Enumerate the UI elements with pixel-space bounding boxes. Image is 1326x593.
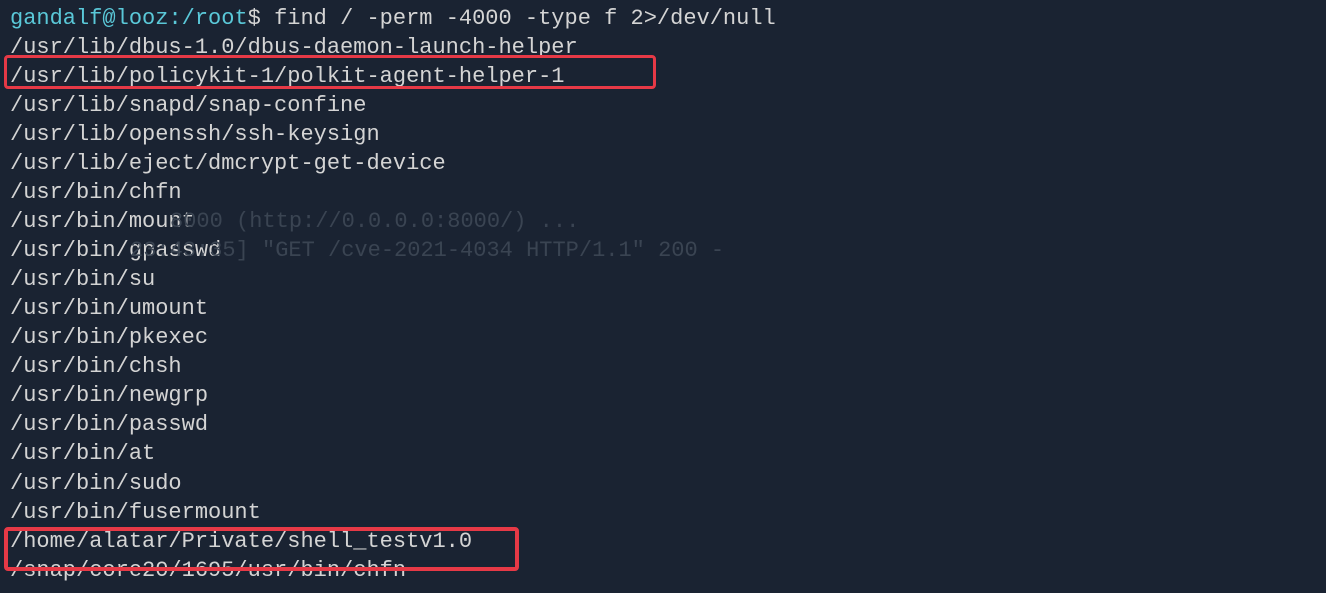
output-line: /usr/bin/passwd (10, 410, 1316, 439)
output-line: /usr/lib/openssh/ssh-keysign (10, 120, 1316, 149)
output-line: /usr/lib/policykit-1/polkit-agent-helper… (10, 62, 1316, 91)
output-line: /usr/lib/snapd/snap-confine (10, 91, 1316, 120)
prompt-colon: : (168, 6, 181, 31)
output-line: /usr/lib/eject/dmcrypt-get-device (10, 149, 1316, 178)
prompt-path: /root (182, 6, 248, 31)
output-line: /usr/bin/sudo (10, 469, 1316, 498)
prompt-host: looz (116, 6, 169, 31)
command-text: find / -perm -4000 -type f 2>/dev/null (274, 6, 776, 31)
output-line: /usr/bin/su (10, 265, 1316, 294)
output-line: /snap/core20/1695/usr/bin/chfn (10, 556, 1316, 585)
output-line: /usr/lib/dbus-1.0/dbus-daemon-launch-hel… (10, 33, 1316, 62)
prompt-line[interactable]: gandalf@looz:/root$ find / -perm -4000 -… (10, 4, 1316, 33)
output-line: /usr/bin/chfn (10, 178, 1316, 207)
output-line: /usr/bin/umount (10, 294, 1316, 323)
prompt-user: gandalf (10, 6, 102, 31)
prompt-at: @ (102, 6, 115, 31)
output-line: /usr/bin/at (10, 439, 1316, 468)
prompt-dollar: $ (248, 6, 274, 31)
output-line: /usr/bin/gpasswd (10, 236, 1316, 265)
output-line: /home/alatar/Private/shell_testv1.0 (10, 527, 1316, 556)
output-line: /usr/bin/chsh (10, 352, 1316, 381)
output-line: /usr/bin/newgrp (10, 381, 1316, 410)
output-line: /usr/bin/mount (10, 207, 1316, 236)
output-line: /usr/bin/fusermount (10, 498, 1316, 527)
output-line: /usr/bin/pkexec (10, 323, 1316, 352)
